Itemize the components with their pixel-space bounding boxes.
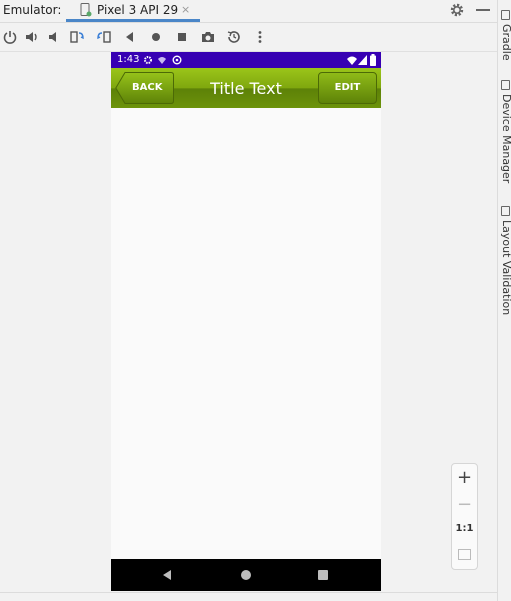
zoom-controls: + − 1:1 xyxy=(451,463,478,570)
emulator-toolbar xyxy=(0,23,497,52)
back-icon[interactable] xyxy=(122,29,138,45)
side-tab-label: Gradle xyxy=(500,24,511,61)
tab-pixel-3-api-29[interactable]: Pixel 3 API 29 × xyxy=(66,0,200,22)
side-tab-label: Device Manager xyxy=(500,94,511,184)
bottom-divider xyxy=(0,592,497,593)
zoom-in-button[interactable]: + xyxy=(452,467,477,489)
back-button-label: BACK xyxy=(132,82,163,93)
device-icon xyxy=(80,3,92,17)
nav-overview-icon[interactable] xyxy=(318,570,328,580)
overview-icon[interactable] xyxy=(174,29,190,45)
battery-icon xyxy=(370,54,376,66)
back-button[interactable]: BACK xyxy=(115,72,174,104)
wifi-icon xyxy=(347,56,357,65)
power-icon[interactable] xyxy=(2,29,18,45)
data-saver-icon xyxy=(172,55,182,65)
wifi-off-status-icon xyxy=(158,57,166,64)
camera-icon[interactable] xyxy=(200,29,216,45)
side-tab-label: Layout Validation xyxy=(500,220,511,316)
fit-screen-icon[interactable] xyxy=(458,549,471,560)
minimize-icon[interactable] xyxy=(476,9,490,11)
signal-icon xyxy=(358,55,367,65)
navigation-bar xyxy=(111,559,381,591)
tool-window-tabbar: Emulator: Pixel 3 API 29 × xyxy=(0,0,497,23)
rotate-right-icon[interactable] xyxy=(96,29,112,45)
nav-back-icon[interactable] xyxy=(161,569,173,581)
gradle-icon xyxy=(501,10,510,20)
device-screen[interactable]: 1:43 BACK Title Text EDIT xyxy=(111,52,381,591)
app-bar: BACK Title Text EDIT xyxy=(111,68,381,108)
edit-button-label: EDIT xyxy=(334,82,361,93)
side-tab-layout-validation[interactable]: Layout Validation xyxy=(498,206,511,318)
zoom-out-button[interactable]: − xyxy=(452,494,477,516)
emulator-label: Emulator: xyxy=(3,3,62,17)
device-manager-icon xyxy=(501,80,510,90)
snapshot-icon[interactable] xyxy=(226,29,242,45)
side-tab-gradle[interactable]: Gradle xyxy=(498,10,511,61)
nav-home-icon[interactable] xyxy=(240,569,252,581)
actual-size-button[interactable]: 1:1 xyxy=(452,523,477,534)
right-tool-strip: Gradle Device Manager Layout Validation xyxy=(497,0,511,601)
rotate-left-icon[interactable] xyxy=(69,29,85,45)
status-bar: 1:43 xyxy=(111,52,381,68)
layout-validation-icon xyxy=(501,206,510,216)
volume-down-icon[interactable] xyxy=(46,29,62,45)
close-icon[interactable]: × xyxy=(181,3,190,16)
gear-icon[interactable] xyxy=(449,2,465,18)
home-icon[interactable] xyxy=(148,29,164,45)
status-time: 1:43 xyxy=(117,54,140,65)
tab-title: Pixel 3 API 29 xyxy=(97,3,179,17)
volume-up-icon[interactable] xyxy=(24,29,40,45)
settings-status-icon xyxy=(144,56,152,64)
side-tab-device-manager[interactable]: Device Manager xyxy=(498,80,511,185)
edit-button[interactable]: EDIT xyxy=(318,72,377,104)
app-title: Title Text xyxy=(210,79,282,98)
more-icon[interactable] xyxy=(252,29,268,45)
